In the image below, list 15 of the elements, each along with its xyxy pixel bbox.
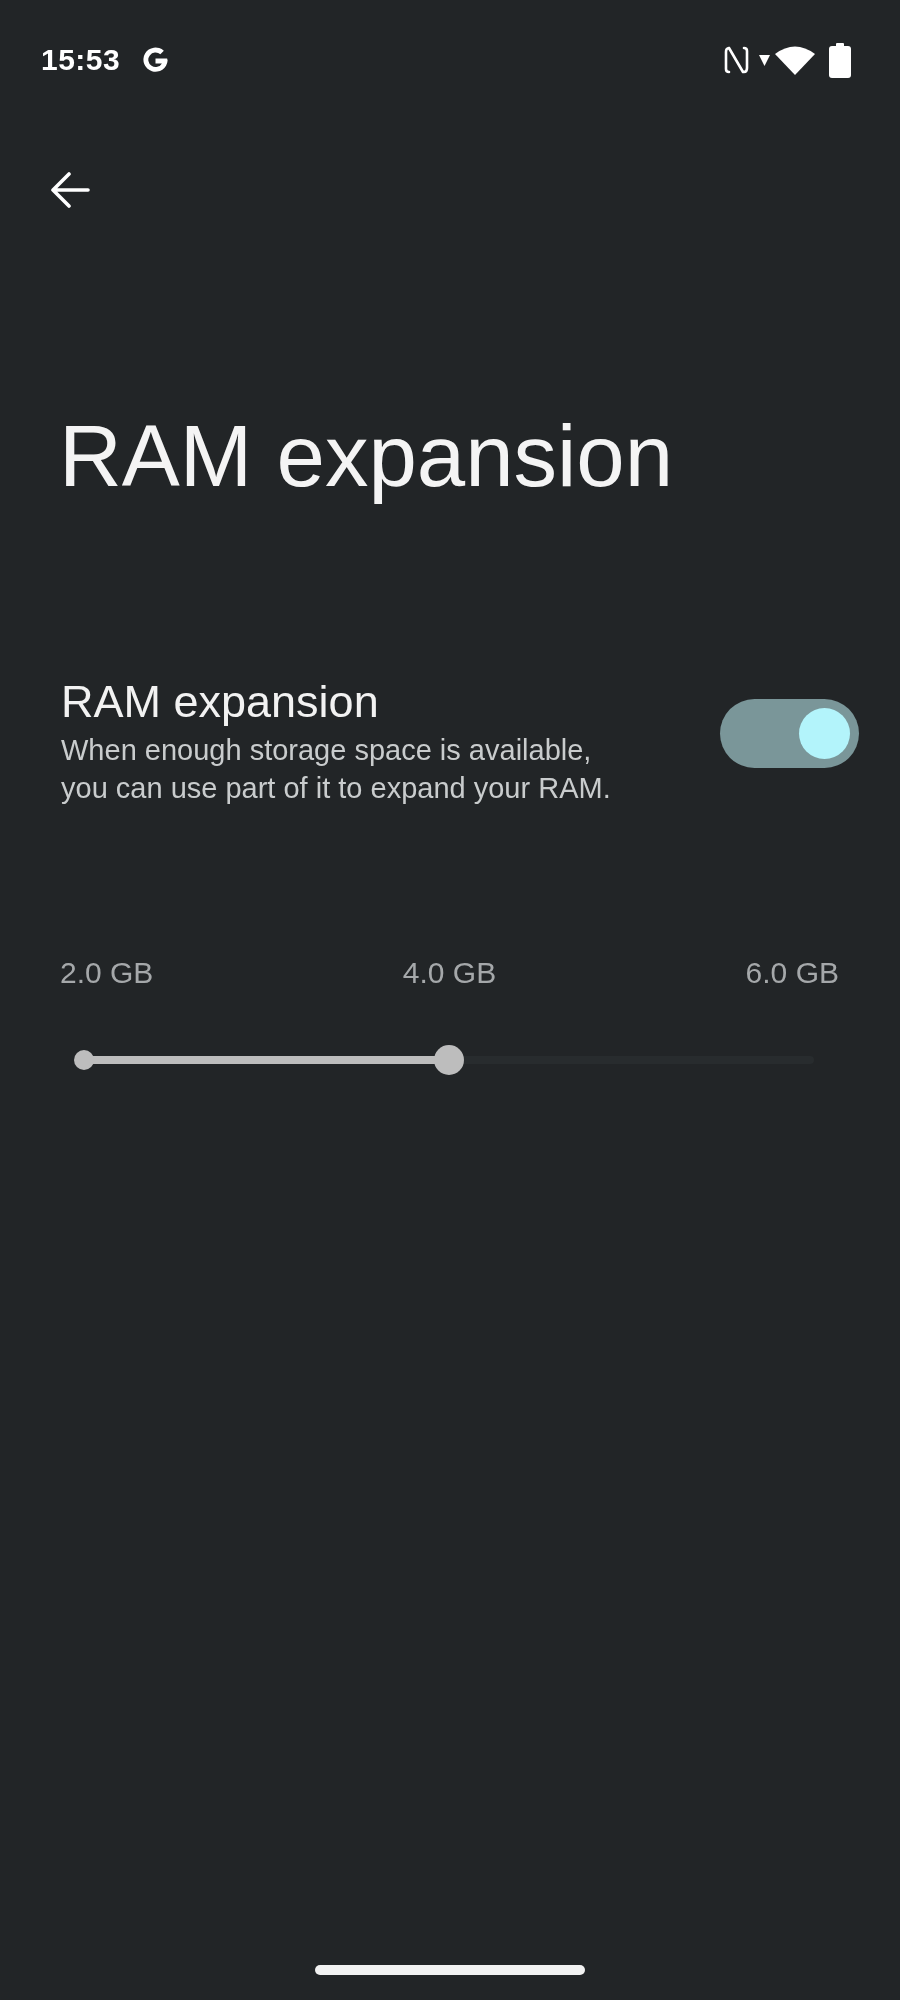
setting-title: RAM expansion (61, 675, 380, 728)
status-time: 15:53 (41, 43, 121, 77)
battery-icon (829, 42, 851, 78)
wifi-icon (775, 45, 815, 75)
slider-value-label: 6.0 GB (745, 956, 839, 991)
nfc-icon (724, 45, 749, 75)
page-title: RAM expansion (59, 408, 675, 504)
slider-value-label: 4.0 GB (402, 956, 497, 991)
triangle-icon (759, 54, 770, 66)
back-button[interactable] (50, 172, 90, 208)
setting-description: When enough storage space is available, you can use part of it to expand your RAM. (61, 733, 612, 807)
slider-value-label: 2.0 GB (60, 956, 154, 991)
track-start-dot-icon (74, 1050, 94, 1071)
slider-thumb[interactable] (434, 1045, 464, 1076)
back-arrow-icon (50, 172, 90, 208)
